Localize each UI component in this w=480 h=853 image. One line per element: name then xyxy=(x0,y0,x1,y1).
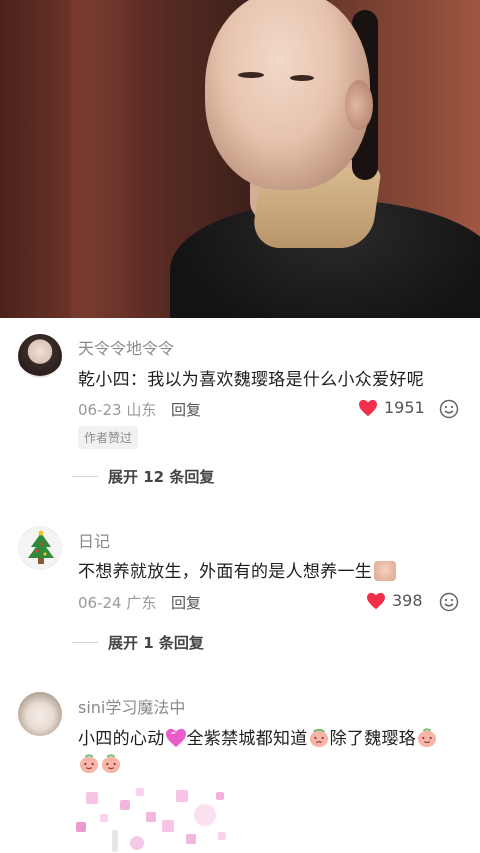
expand-replies-label: 展开 12 条回复 xyxy=(108,468,215,486)
comment-2: 日记 不想养就放生，外面有的是人想养一生 06-24 广东 回复 398 展开 … xyxy=(0,512,480,682)
peach-face-icon xyxy=(418,728,437,748)
comment-1: 天令令地令令 乾小四：我以为喜欢魏璎珞是什么小众爱好呢 06-23 山东 回复 … xyxy=(0,318,480,508)
peach-face-icon xyxy=(79,754,99,774)
username[interactable]: 天令令地令令 xyxy=(78,335,174,359)
smile-icon[interactable] xyxy=(439,399,459,419)
comment-location: 山东 xyxy=(126,401,157,419)
smile-icon[interactable] xyxy=(439,592,459,612)
like-button[interactable]: 398 xyxy=(366,591,423,610)
pink-heart-icon xyxy=(165,728,186,748)
user-avatar[interactable] xyxy=(18,526,62,570)
comment-emoji-line xyxy=(78,754,122,775)
reply-button[interactable]: 回复 xyxy=(171,592,201,613)
heart-icon xyxy=(367,592,385,609)
expand-replies-button[interactable]: 展开 1 条回复 xyxy=(72,632,204,653)
expand-replies-label: 展开 1 条回复 xyxy=(108,634,204,652)
username[interactable]: sini学习魔法中 xyxy=(78,694,185,718)
username[interactable]: 日记 xyxy=(78,528,110,552)
like-count: 398 xyxy=(392,591,423,610)
comment-3: sini学习魔法中 小四的心动 全紫禁城都知道 除了魏璎珞 xyxy=(0,684,480,853)
sticker-image[interactable] xyxy=(76,784,236,853)
user-avatar[interactable] xyxy=(18,334,62,378)
comment-text: 乾小四：我以为喜欢魏璎珞是什么小众爱好呢 xyxy=(78,370,424,390)
reply-button[interactable]: 回复 xyxy=(171,399,201,420)
heart-icon xyxy=(359,399,377,416)
hero-photo[interactable] xyxy=(0,0,480,318)
like-button[interactable]: 1951 xyxy=(358,398,425,417)
comment-date: 06-24 xyxy=(78,594,122,612)
comment-location: 广东 xyxy=(126,594,157,612)
christmas-tree-icon xyxy=(28,530,54,564)
comment-meta: 06-24 广东 xyxy=(78,592,156,613)
peach-face-icon xyxy=(101,754,121,774)
comment-date: 06-23 xyxy=(78,401,122,419)
author-liked-badge: 作者赞过 xyxy=(78,426,139,449)
comment-text: 小四的心动 全紫禁城都知道 除了魏璎珞 xyxy=(78,724,438,749)
blushing-face-icon xyxy=(309,728,328,748)
like-count: 1951 xyxy=(384,398,425,417)
comment-meta: 06-23 山东 xyxy=(78,399,156,420)
comment-text: 不想养就放生，外面有的是人想养一生 xyxy=(78,557,397,582)
emoji-icon xyxy=(374,561,397,581)
expand-replies-button[interactable]: 展开 12 条回复 xyxy=(72,466,214,487)
user-avatar[interactable] xyxy=(18,692,62,736)
